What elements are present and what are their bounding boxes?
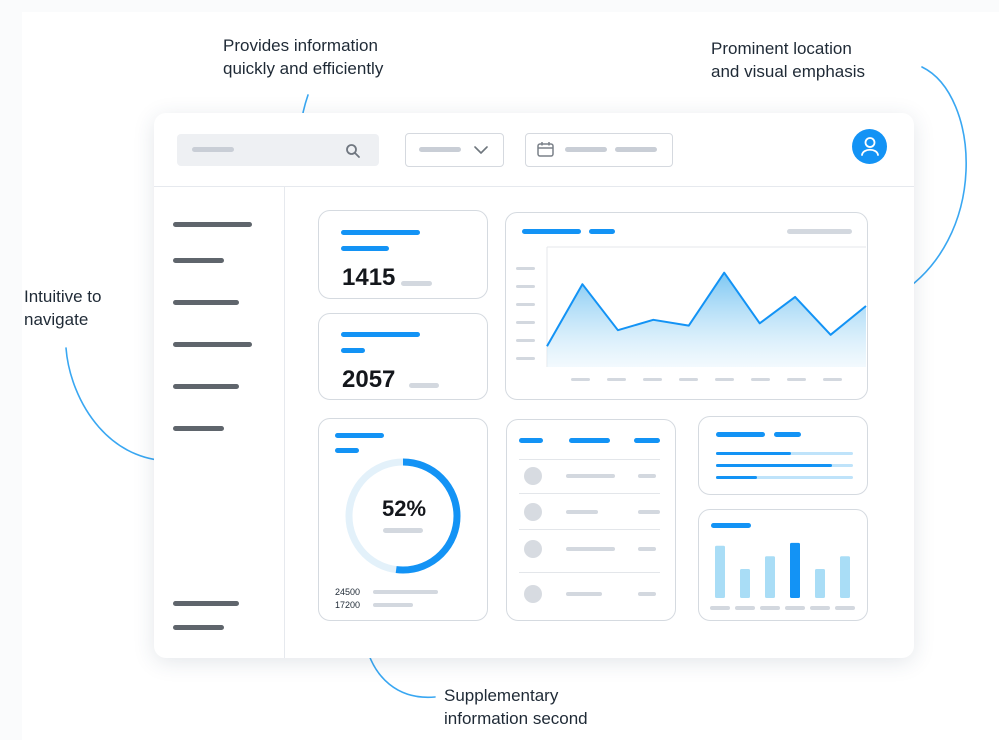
y-tick-label <box>516 357 535 360</box>
date-end <box>615 147 657 152</box>
donut-title <box>335 433 384 438</box>
dropdown-value <box>419 147 461 152</box>
list-item-value <box>638 547 656 551</box>
progress-track <box>716 476 853 479</box>
mini-bar-tick-label <box>760 606 780 610</box>
list-item-value <box>638 592 656 596</box>
sidebar-item[interactable] <box>173 300 239 305</box>
kpi-title <box>341 332 420 337</box>
list-item-value <box>638 510 660 514</box>
x-tick-label <box>643 378 662 381</box>
x-tick-label <box>823 378 842 381</box>
y-tick-label <box>516 267 535 270</box>
list-avatar <box>524 467 542 485</box>
search-placeholder <box>192 147 234 152</box>
kpi-caption <box>409 383 439 388</box>
mini-bar <box>790 542 800 598</box>
progress-subtitle <box>774 432 801 437</box>
mini-bar-tick-label <box>810 606 830 610</box>
mini-bar-tick-label <box>710 606 730 610</box>
mini-bar <box>840 556 850 598</box>
list-divider <box>519 529 660 530</box>
calendar-icon[interactable] <box>537 141 555 158</box>
mini-bar-tick-label <box>735 606 755 610</box>
y-tick-label <box>516 285 535 288</box>
progress-card <box>698 416 868 495</box>
list-avatar <box>524 585 542 603</box>
progress-fill <box>716 452 792 455</box>
chevron-down-icon[interactable] <box>474 145 488 155</box>
kpi-subtitle <box>341 246 389 251</box>
donut-subtitle <box>335 448 359 453</box>
kpi-title <box>341 230 420 235</box>
kpi-value: 2057 <box>342 366 396 393</box>
mini-bar <box>715 545 725 598</box>
mini-bar <box>740 569 750 598</box>
list-item-name <box>566 547 615 551</box>
list-header-col <box>519 438 543 443</box>
list-item-name <box>566 510 598 514</box>
y-tick-label <box>516 303 535 306</box>
mini-bar <box>765 556 775 598</box>
sidebar-item[interactable] <box>173 342 252 347</box>
list-divider <box>519 493 660 494</box>
x-tick-label <box>751 378 770 381</box>
header-divider <box>154 186 914 187</box>
x-tick-label <box>571 378 590 381</box>
donut-caption <box>383 528 423 533</box>
progress-track <box>716 452 853 455</box>
list-item-name <box>566 592 602 596</box>
search-icon[interactable] <box>345 143 361 159</box>
kpi-caption <box>401 281 432 286</box>
list-avatar <box>524 540 542 558</box>
date-start <box>565 147 607 152</box>
sidebar-footer-item[interactable] <box>173 625 224 630</box>
donut-percent: 52% <box>382 496 427 521</box>
x-tick-label <box>607 378 626 381</box>
sidebar-item[interactable] <box>173 384 239 389</box>
x-tick-label <box>715 378 734 381</box>
user-icon[interactable] <box>860 136 880 157</box>
sidebar-item[interactable] <box>173 222 252 227</box>
list-header-col <box>569 438 610 443</box>
list-divider <box>519 459 660 460</box>
area-fill <box>547 272 866 367</box>
mini-bar <box>815 569 825 598</box>
mini-bar-chart <box>710 542 855 610</box>
list-avatar <box>524 503 542 521</box>
area-chart <box>516 246 867 381</box>
progress-fill <box>716 476 758 479</box>
progress-fill <box>716 464 833 467</box>
sidebar-divider <box>284 187 285 658</box>
progress-track <box>716 464 853 467</box>
x-tick-label <box>787 378 806 381</box>
legend-value-1: 24500 <box>335 587 361 597</box>
mini-bar-tick-label <box>785 606 805 610</box>
sidebar-item[interactable] <box>173 258 224 263</box>
list-divider <box>519 572 660 573</box>
list-header-col <box>634 438 660 443</box>
legend-value-2: 17200 <box>335 600 361 610</box>
y-tick-label <box>516 321 535 324</box>
sidebar-item[interactable] <box>173 426 224 431</box>
legend-bar-2 <box>373 603 413 607</box>
mini-bar-tick-label <box>835 606 855 610</box>
kpi-value: 1415 <box>342 264 396 291</box>
sidebar-footer-item[interactable] <box>173 601 239 606</box>
y-tick-label <box>516 339 535 342</box>
kpi-subtitle <box>341 348 365 353</box>
x-tick-label <box>679 378 698 381</box>
legend-bar-1 <box>373 590 438 594</box>
progress-title <box>716 432 765 437</box>
list-item-name <box>566 474 615 478</box>
list-item-value <box>638 474 656 478</box>
